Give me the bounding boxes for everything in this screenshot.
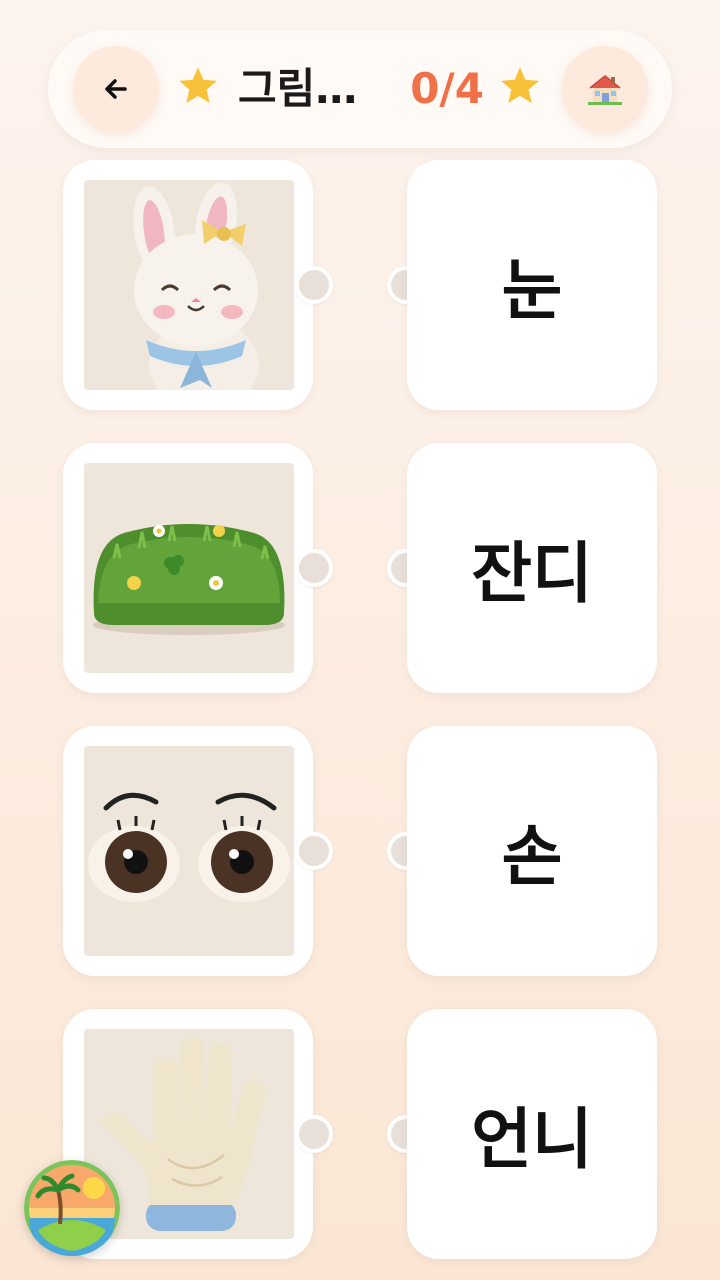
word-card-1[interactable]: 눈: [407, 160, 657, 410]
arrow-left-icon: [105, 79, 127, 99]
house-icon: [588, 75, 622, 105]
grass-image: [84, 463, 294, 673]
star-icon: [501, 67, 539, 104]
word-label: 잔디: [471, 535, 593, 612]
island-sunset-icon: [24, 1160, 120, 1256]
page-title: 그림…: [238, 64, 358, 113]
header-bar: 그림… 0/4: [48, 30, 672, 148]
back-button[interactable]: [73, 46, 159, 132]
home-button[interactable]: [562, 46, 648, 132]
word-card-3[interactable]: 손: [407, 726, 657, 976]
word-label: 눈: [501, 252, 563, 329]
picture-connector-1[interactable]: [295, 266, 333, 304]
star-icon: [179, 67, 217, 104]
word-label: 손: [501, 818, 563, 895]
progress-counter: 0/4: [410, 64, 484, 113]
eyes-image: [84, 746, 294, 956]
island-badge-button[interactable]: [24, 1160, 120, 1256]
bunny-image: [84, 180, 294, 390]
word-card-2[interactable]: 잔디: [407, 443, 657, 693]
picture-card-2[interactable]: [63, 443, 313, 693]
picture-card-3[interactable]: [63, 726, 313, 976]
picture-connector-2[interactable]: [295, 549, 333, 587]
picture-connector-4[interactable]: [295, 1115, 333, 1153]
picture-card-1[interactable]: [63, 160, 313, 410]
word-label: 언니: [471, 1101, 593, 1178]
picture-connector-3[interactable]: [295, 832, 333, 870]
word-card-4[interactable]: 언니: [407, 1009, 657, 1259]
